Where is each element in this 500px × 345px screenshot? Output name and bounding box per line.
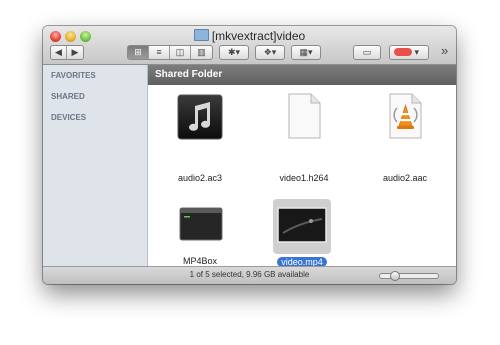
- folder-icon: [193, 29, 209, 41]
- file-label[interactable]: audio2.ac3: [160, 173, 240, 183]
- vlc-audio-icon[interactable]: [388, 93, 422, 139]
- red-label-swatch: [394, 48, 412, 56]
- new-folder-icon: ▭: [362, 47, 372, 57]
- view-mode-control: ⊞ ≡ ◫ ▥: [127, 45, 213, 60]
- icon-size-slider-track[interactable]: [379, 273, 439, 279]
- new-folder-button[interactable]: ▭: [353, 45, 381, 60]
- toolbar-overflow-button[interactable]: »: [441, 43, 448, 58]
- list-view-button[interactable]: ≡: [149, 46, 170, 59]
- sidebar-devices-header[interactable]: DEVICES: [51, 113, 86, 122]
- terminal-executable-icon[interactable]: [179, 207, 223, 241]
- chevron-down-icon: ▾: [414, 47, 420, 57]
- title-bar[interactable]: [mkvextract]video ◀ ▶ ⊞ ≡ ◫ ▥ ✱▾ ❖▾ ▦▾ ▭ ▾ »: [43, 26, 456, 65]
- file-label[interactable]: MP4Box: [160, 256, 240, 266]
- file-grid: audio2.ac3 video1.h264 audio2.aac MP4Box…: [148, 85, 456, 267]
- status-bar: 1 of 5 selected, 9.96 GB available: [43, 266, 456, 284]
- video-thumbnail-icon[interactable]: [277, 207, 327, 243]
- sidebar-shared-header[interactable]: SHARED: [51, 92, 85, 101]
- blank-document-icon[interactable]: [287, 93, 321, 139]
- finder-window: [mkvextract]video ◀ ▶ ⊞ ≡ ◫ ▥ ✱▾ ❖▾ ▦▾ ▭ ▾ »…: [43, 26, 456, 284]
- dropbox-menu-button[interactable]: ❖▾: [255, 45, 285, 60]
- column-view-button[interactable]: ◫: [170, 46, 191, 59]
- sidebar: FAVORITES SHARED DEVICES: [43, 65, 148, 266]
- icon-view-button[interactable]: ⊞: [128, 46, 149, 59]
- forward-button[interactable]: ▶: [67, 46, 83, 59]
- music-file-icon[interactable]: [177, 94, 223, 140]
- file-label[interactable]: audio2.aac: [365, 173, 445, 183]
- window-title: [mkvextract]video: [211, 29, 306, 43]
- icon-size-slider-thumb[interactable]: [390, 271, 400, 281]
- coverflow-view-button[interactable]: ▥: [191, 46, 212, 59]
- sidebar-favorites-header[interactable]: FAVORITES: [51, 71, 96, 80]
- back-button[interactable]: ◀: [51, 46, 67, 59]
- label-menu-button[interactable]: ▾: [389, 45, 429, 60]
- back-forward-control: ◀ ▶: [50, 45, 84, 60]
- window-title-container: [mkvextract]video: [43, 29, 456, 43]
- arrange-menu-button[interactable]: ▦▾: [291, 45, 321, 60]
- file-label[interactable]: video1.h264: [264, 173, 344, 183]
- action-menu-button[interactable]: ✱▾: [219, 45, 249, 60]
- path-bar: Shared Folder: [148, 65, 456, 85]
